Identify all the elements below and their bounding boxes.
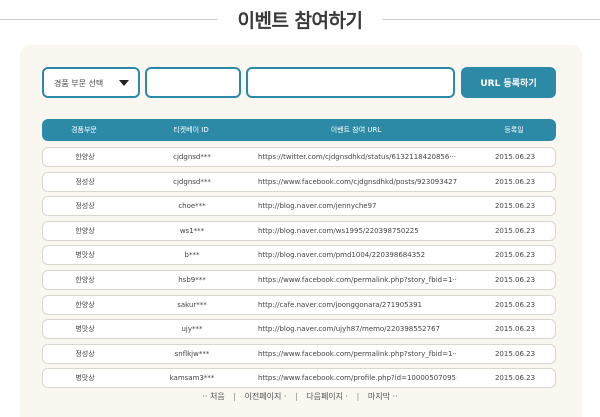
header-url: 이벤트 참여 URL bbox=[330, 126, 382, 134]
row-category: 한양상 bbox=[75, 275, 95, 284]
pagination: ·· 처음 | 이전페이지 · | 다음페이지 · | 마지막 ·· bbox=[0, 391, 600, 402]
row-category: 병맛상 bbox=[75, 374, 95, 383]
row-url[interactable]: https://www.facebook.com/cjdgnsdhkd/post… bbox=[257, 173, 457, 191]
row-date: 2015.06.23 bbox=[494, 251, 536, 260]
table-row: 한양상 sakur*** http://cafe.naver.com/joong… bbox=[42, 294, 556, 315]
row-category: 정성상 bbox=[75, 202, 95, 211]
table-header: 경품부문 티켓베이 ID 이벤트 참여 URL 등록일 bbox=[42, 119, 556, 141]
pagination-separator: | bbox=[356, 392, 360, 401]
event-url-input[interactable] bbox=[246, 67, 455, 98]
row-url[interactable]: http://blog.naver.com/jennyche97 bbox=[257, 197, 457, 215]
row-url[interactable]: http://cafe.naver.com/joonggonara/271905… bbox=[257, 296, 457, 314]
entries-table: 한양상 cjdgnsd*** https://twitter.com/cjdgn… bbox=[42, 147, 556, 393]
row-id: kamsam3*** bbox=[169, 374, 215, 383]
last-page-link[interactable]: 마지막 ·· bbox=[368, 392, 398, 401]
row-category: 정성상 bbox=[75, 349, 95, 358]
row-date: 2015.06.23 bbox=[494, 300, 536, 309]
row-date: 2015.06.23 bbox=[494, 226, 536, 235]
first-page-link[interactable]: ·· 처음 bbox=[202, 392, 224, 401]
row-id: ws1*** bbox=[179, 226, 205, 235]
pagination-separator: | bbox=[294, 392, 298, 401]
row-id: choe*** bbox=[178, 202, 206, 211]
table-row: 병맛상 kamsam3*** https://www.facebook.com/… bbox=[42, 368, 556, 389]
row-id: sakur*** bbox=[177, 300, 207, 309]
row-category: 병맛상 bbox=[75, 251, 95, 260]
row-url[interactable]: https://www.facebook.com/permalink.php?s… bbox=[257, 271, 457, 289]
prev-page-link[interactable]: 이전페이지 · bbox=[245, 392, 287, 401]
table-row: 한양상 hsb9*** https://www.facebook.com/per… bbox=[42, 269, 556, 290]
row-id: ujy*** bbox=[181, 325, 203, 334]
row-date: 2015.06.23 bbox=[494, 374, 536, 383]
row-id: cjdgnsd*** bbox=[173, 153, 211, 161]
title-divider-right bbox=[382, 19, 600, 20]
chevron-down-icon bbox=[119, 80, 129, 86]
row-url[interactable]: http://blog.naver.com/ws1995/22039875022… bbox=[257, 222, 457, 240]
page-title: 이벤트 참여하기 bbox=[237, 10, 363, 32]
row-date: 2015.06.23 bbox=[494, 275, 536, 284]
row-date: 2015.06.23 bbox=[494, 177, 536, 186]
table-row: 정성상 snflkjw*** https://www.facebook.com/… bbox=[42, 343, 556, 364]
next-page-link[interactable]: 다음페이지 · bbox=[306, 392, 348, 401]
row-category: 한양상 bbox=[75, 153, 95, 161]
category-select-value: 경품 부문 선택 bbox=[54, 79, 104, 88]
row-category: 한양상 bbox=[75, 226, 95, 235]
table-row: 정성상 choe*** http://blog.naver.com/jennyc… bbox=[42, 196, 556, 217]
row-id: cjdgnsd*** bbox=[173, 177, 211, 186]
category-select[interactable]: 경품 부문 선택 bbox=[42, 67, 140, 98]
row-id: snflkjw*** bbox=[174, 349, 210, 358]
table-row: 병맛상 b*** http://blog.naver.com/pmd1004/2… bbox=[42, 245, 556, 266]
row-id: hsb9*** bbox=[178, 275, 206, 284]
title-area: 이벤트 참여하기 bbox=[0, 0, 600, 40]
table-row: 병맛상 ujy*** http://blog.naver.com/ujyh87/… bbox=[42, 319, 556, 340]
row-url[interactable]: https://twitter.com/cjdgnsdhkd/status/61… bbox=[257, 148, 457, 166]
row-date: 2015.06.23 bbox=[494, 202, 536, 211]
table-row: 정성상 cjdgnsd*** https://www.facebook.com/… bbox=[42, 171, 556, 192]
row-url[interactable]: https://www.facebook.com/profile.php?id=… bbox=[257, 369, 457, 387]
row-date: 2015.06.23 bbox=[494, 153, 536, 161]
row-date: 2015.06.23 bbox=[494, 325, 536, 334]
row-category: 병맛상 bbox=[75, 325, 95, 334]
header-category: 경품부문 bbox=[71, 126, 97, 134]
row-id: b*** bbox=[184, 251, 200, 260]
row-url[interactable]: http://blog.naver.com/pmd1004/2203986843… bbox=[257, 246, 457, 264]
header-date: 등록일 bbox=[504, 126, 524, 134]
register-url-button[interactable]: URL 등록하기 bbox=[461, 67, 556, 98]
title-divider-left bbox=[0, 19, 218, 20]
header-id: 티켓베이 ID bbox=[173, 126, 209, 134]
row-category: 한양상 bbox=[75, 300, 95, 309]
row-url[interactable]: https://www.facebook.com/permalink.php?s… bbox=[257, 345, 457, 363]
ticketbay-id-input[interactable] bbox=[145, 67, 241, 98]
row-category: 정성상 bbox=[75, 177, 95, 186]
table-row: 한양상 ws1*** http://blog.naver.com/ws1995/… bbox=[42, 220, 556, 241]
row-url[interactable]: http://blog.naver.com/ujyh87/memo/220398… bbox=[257, 320, 457, 338]
table-row: 한양상 cjdgnsd*** https://twitter.com/cjdgn… bbox=[42, 147, 556, 167]
pagination-separator: | bbox=[233, 392, 236, 401]
row-date: 2015.06.23 bbox=[494, 349, 536, 358]
